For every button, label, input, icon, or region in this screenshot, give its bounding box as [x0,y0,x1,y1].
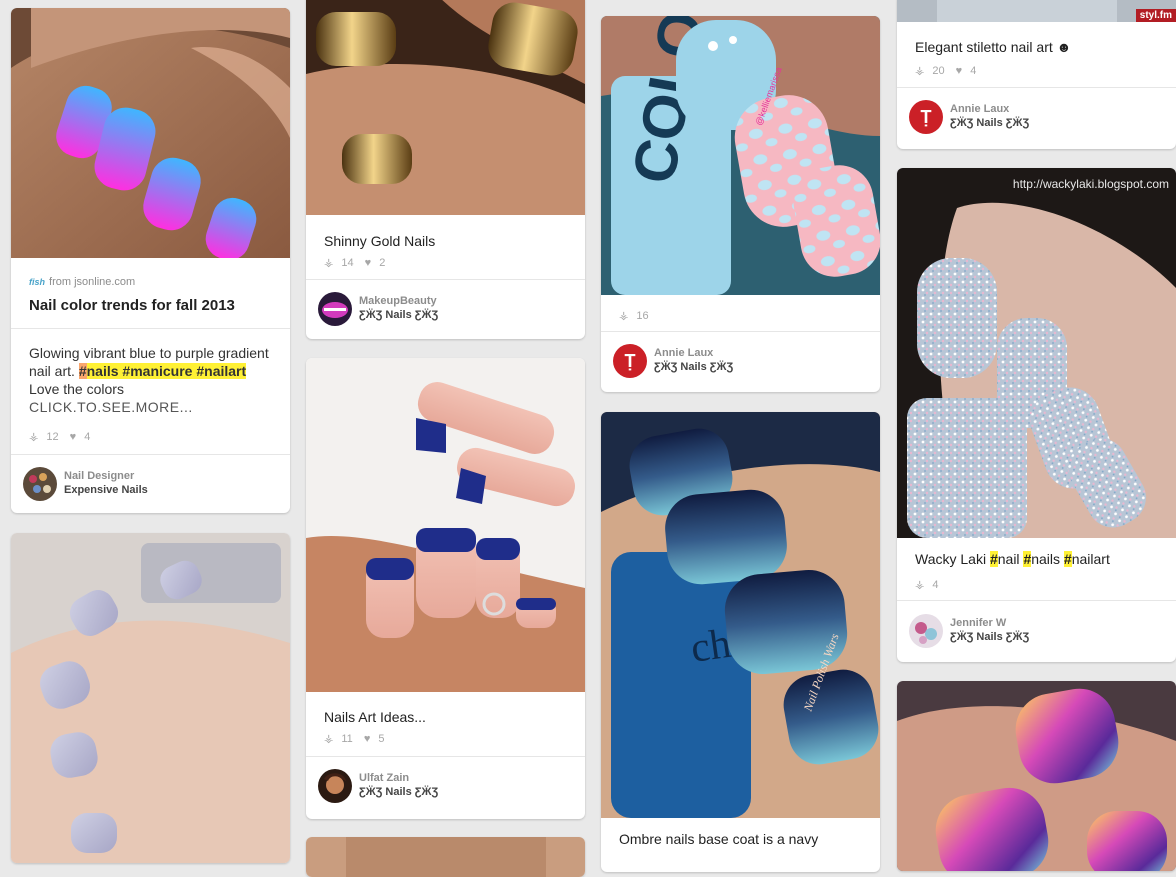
pin-card[interactable] [11,533,290,863]
pin-title[interactable]: Nails Art Ideas... [324,708,571,726]
pinner-name[interactable]: MakeupBeauty [359,295,437,307]
board-name[interactable]: ƸӜƷ Nails ƸӜƷ [950,117,1029,129]
pinner-name[interactable]: Nail Designer [64,470,134,482]
fish-icon: fish [29,277,46,287]
heart-icon: ♥ [364,257,372,269]
avatar[interactable] [318,769,352,803]
divider [11,328,290,329]
pinner-name[interactable]: Annie Laux [654,347,713,359]
pin-title[interactable]: Nail color trends for fall 2013 [29,297,276,315]
pin-card[interactable] [897,681,1176,871]
pin-title[interactable]: Ombre nails base coat is a navy [619,830,866,848]
pin-stats: ⚶ 11 ♥ 5 [324,733,385,745]
avatar[interactable] [23,467,57,501]
divider [897,87,1176,88]
pin-card[interactable]: china Nail Polish Wars Ombre nails base … [601,412,880,872]
pin-image[interactable]: china Nail Polish Wars [601,412,880,818]
pin-icon[interactable]: Ṭ [909,100,943,134]
pin-title[interactable]: Elegant stiletto nail art ☻ [915,38,1162,56]
board-name[interactable]: Expensive Nails [64,484,148,496]
repin-icon: ⚶ [324,733,334,745]
pin-image[interactable] [897,681,1176,871]
heart-icon: ♥ [955,65,963,77]
pin-card[interactable]: Shinny Gold Nails ⚶ 14 ♥ 2 MakeupBeauty ƸӜ… [306,0,585,339]
pin-icon[interactable]: Ṭ [613,344,647,378]
pin-card[interactable]: COLOR @kelliemarissa ⚶ 16 Ṭ Annie Laux ƸӜ… [601,16,880,392]
repin-icon: ⚶ [324,257,334,269]
divider [11,454,290,455]
divider [306,279,585,280]
pin-image[interactable] [11,533,290,863]
board-name[interactable]: ƸӜƷ Nails ƸӜƷ [950,631,1029,643]
board-name[interactable]: ƸӜƷ Nails ƸӜƷ [654,361,733,373]
repin-icon: ⚶ [915,65,925,77]
pin-description: Glowing vibrant blue to purple gradient … [29,344,276,416]
repin-icon: ⚶ [619,310,629,322]
pin-stats: ⚶ 4 [915,579,939,591]
pin-card[interactable]: fish from jsonline.com Nail color trends … [11,8,290,513]
see-more-link[interactable]: CLICK.TO.SEE.MORE... [29,398,276,416]
pin-card[interactable]: styl.fm Elegant stiletto nail art ☻ ⚶ 20 … [897,0,1176,149]
pin-image[interactable]: http://wackylaki.blogspot.com [897,168,1176,538]
emoji-icon: ☻ [1056,39,1072,55]
pinner-info[interactable]: MakeupBeauty ƸӜƷ Nails ƸӜƷ [318,292,577,326]
svg-text:http://wackylaki.blogspot.com: http://wackylaki.blogspot.com [1013,177,1169,191]
pin-card[interactable] [306,837,585,877]
pin-image[interactable] [897,0,1176,22]
pin-stats: ⚶ 14 ♥ 2 [324,257,386,269]
divider [897,600,1176,601]
pinner-info[interactable]: Nail Designer Expensive Nails [23,467,282,501]
repin-icon: ⚶ [29,431,39,443]
pin-image[interactable] [306,0,585,215]
heart-icon: ♥ [69,431,77,443]
board-name[interactable]: ƸӜƷ Nails ƸӜƷ [359,309,438,321]
heart-icon: ♥ [363,733,371,745]
pinner-name[interactable]: Jennifer W [950,617,1006,629]
pinner-info[interactable]: Ulfat Zain ƸӜƷ Nails ƸӜƷ [318,769,577,803]
pin-stats: ⚶ 12 ♥ 4 [29,431,91,443]
avatar[interactable] [318,292,352,326]
pin-stats: ⚶ 16 [619,310,649,322]
pin-title[interactable]: Wacky Laki #nail #nails #nailart [915,550,1162,568]
pinner-name[interactable]: Annie Laux [950,103,1009,115]
pin-stats: ⚶ 20 ♥ 4 [915,65,977,77]
pin-image[interactable] [306,358,585,692]
pinner-info[interactable]: Jennifer W ƸӜƷ Nails ƸӜƷ [909,614,1168,648]
pin-image[interactable]: COLOR @kelliemarissa [601,16,880,295]
divider [306,756,585,757]
pin-source[interactable]: fish from jsonline.com [29,276,135,288]
avatar[interactable] [909,614,943,648]
pin-title[interactable]: Shinny Gold Nails [324,232,571,250]
divider [601,331,880,332]
pinner-name[interactable]: Ulfat Zain [359,772,409,784]
source-badge[interactable]: styl.fm [1135,9,1176,22]
pin-image[interactable] [11,8,290,258]
pin-image[interactable] [306,837,585,877]
pinner-info[interactable]: Ṭ Annie Laux ƸӜƷ Nails ƸӜƷ [613,344,872,378]
pin-card[interactable]: http://wackylaki.blogspot.com Wacky Laki… [897,168,1176,662]
board-name[interactable]: ƸӜƷ Nails ƸӜƷ [359,786,438,798]
repin-icon: ⚶ [915,579,925,591]
pin-card[interactable]: Nails Art Ideas... ⚶ 11 ♥ 5 Ulfat Zain ƸӜƷ… [306,358,585,819]
pinner-info[interactable]: Ṭ Annie Laux ƸӜƷ Nails ƸӜƷ [909,100,1168,134]
